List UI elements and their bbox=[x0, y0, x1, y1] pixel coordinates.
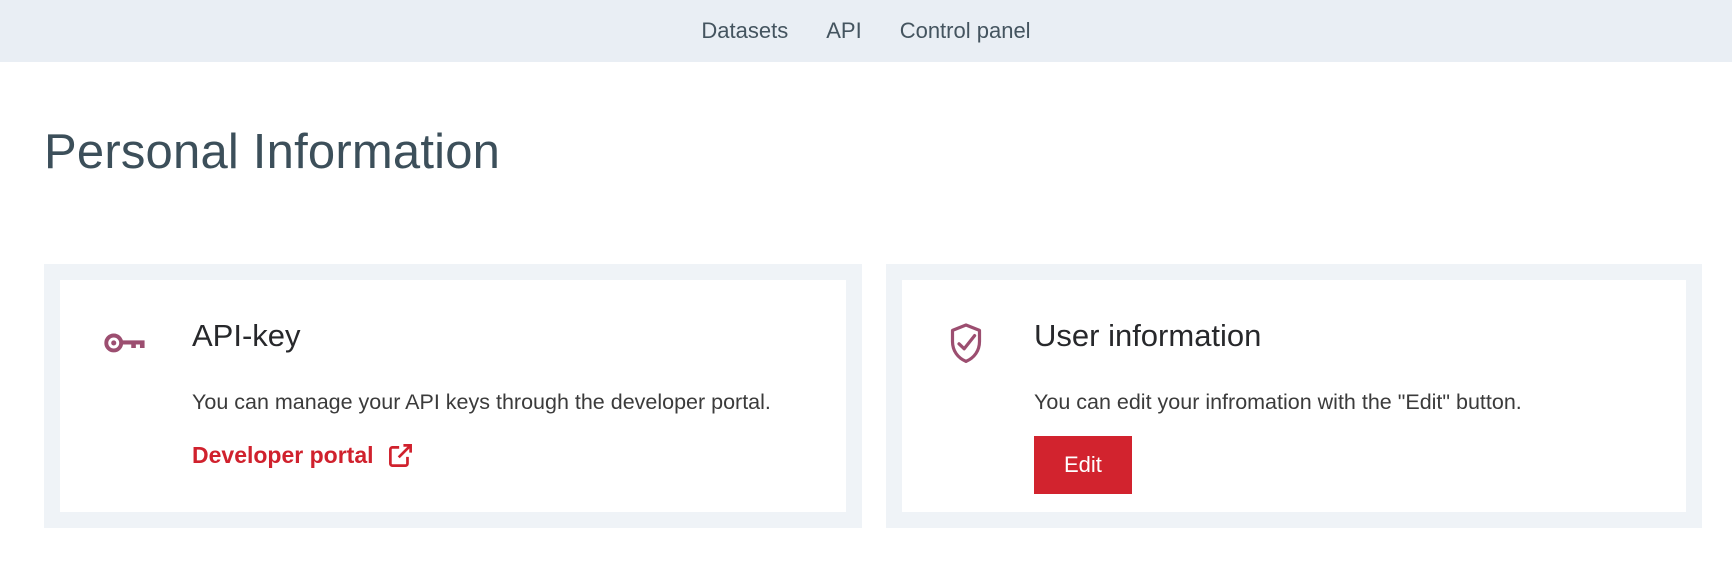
top-nav: Datasets API Control panel bbox=[0, 0, 1732, 62]
nav-link-api[interactable]: API bbox=[826, 20, 861, 42]
card-description-user-information: You can edit your infromation with the "… bbox=[1034, 389, 1646, 417]
card-title-user-information: User information bbox=[1034, 318, 1646, 354]
card-api-key: API-key You can manage your API keys thr… bbox=[44, 264, 862, 528]
key-icon bbox=[100, 318, 148, 512]
cards-row: API-key You can manage your API keys thr… bbox=[44, 264, 1702, 528]
developer-portal-link-label: Developer portal bbox=[192, 442, 374, 469]
developer-portal-link[interactable]: Developer portal bbox=[192, 442, 414, 469]
page-title: Personal Information bbox=[44, 124, 1702, 180]
nav-link-control-panel[interactable]: Control panel bbox=[900, 20, 1031, 42]
card-user-information: User information You can edit your infro… bbox=[886, 264, 1702, 528]
main-content: Personal Information API-key You can man… bbox=[0, 62, 1732, 528]
card-description-api-key: You can manage your API keys through the… bbox=[192, 389, 806, 417]
edit-button[interactable]: Edit bbox=[1034, 436, 1132, 494]
external-link-icon bbox=[387, 442, 414, 469]
nav-link-datasets[interactable]: Datasets bbox=[701, 20, 788, 42]
shield-check-icon bbox=[942, 318, 990, 512]
card-title-api-key: API-key bbox=[192, 318, 806, 354]
